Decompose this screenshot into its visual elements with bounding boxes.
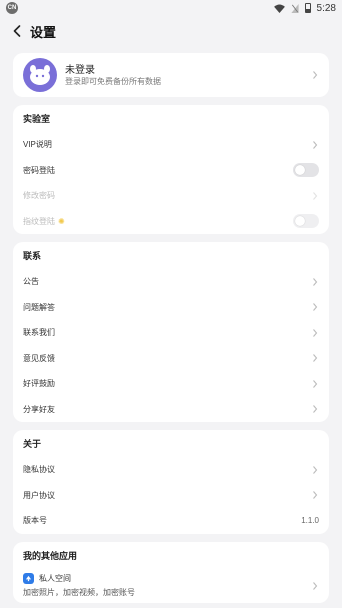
section-title-other-apps: 我的其他应用 (23, 550, 78, 561)
chevron-right-icon (313, 581, 318, 590)
private-space-app-icon (23, 573, 34, 584)
row-faq[interactable]: 问题解答 (23, 295, 319, 321)
row-share[interactable]: 分享好友 (23, 397, 319, 423)
app-description: 加密照片，加密视频，加密账号 (23, 588, 135, 597)
row-label: 好评鼓励 (23, 379, 55, 389)
row-password-login: 密码登陆 (23, 158, 319, 184)
other-apps-card: 我的其他应用 私人空间 加密照片，加密视频，加密账号 (13, 541, 329, 603)
about-card: 关于 隐私协议 用户协议 版本号 1.1.0 (13, 430, 329, 534)
row-label: 用户协议 (23, 490, 55, 500)
wifi-icon (273, 3, 285, 13)
avatar (23, 58, 57, 92)
chevron-right-icon (313, 191, 318, 200)
chevron-right-icon (313, 328, 318, 337)
chevron-right-icon (313, 465, 318, 474)
app-name: 私人空间 (39, 574, 71, 583)
row-label: 指纹登陆 (23, 216, 55, 226)
profile-card[interactable]: 未登录 登录即可免费备份所有数据 (13, 53, 329, 97)
chevron-right-icon (313, 71, 318, 79)
row-label: 意见反馈 (23, 353, 55, 363)
row-announcement[interactable]: 公告 (23, 269, 319, 295)
row-user-agreement[interactable]: 用户协议 (23, 483, 319, 509)
row-label: 分享好友 (23, 404, 55, 414)
row-label: 联系我们 (23, 328, 55, 338)
chevron-left-icon[interactable] (10, 24, 24, 38)
no-sim-icon (290, 3, 299, 13)
app-item-private-space[interactable]: 私人空间 加密照片，加密视频，加密账号 (23, 569, 319, 603)
row-feedback[interactable]: 意见反馈 (23, 346, 319, 372)
contact-card: 联系 公告 问题解答 联系我们 意见反馈 好评鼓励 分享好友 (13, 242, 329, 422)
row-privacy[interactable]: 隐私协议 (23, 457, 319, 483)
avatar-face-icon (30, 65, 50, 85)
row-fingerprint-login: 指纹登陆 ✺ (23, 209, 319, 235)
lab-card: 实验室 VIP说明 密码登陆 修改密码 指纹登陆 ✺ (13, 105, 329, 234)
carrier-badge: CN (6, 2, 18, 14)
profile-subtitle: 登录即可免费备份所有数据 (65, 76, 161, 86)
chevron-right-icon (313, 303, 318, 312)
sun-icon: ✺ (58, 216, 65, 226)
version-value: 1.1.0 (301, 516, 319, 526)
chevron-right-icon (313, 405, 318, 414)
row-label: 公告 (23, 277, 39, 287)
row-label: 密码登陆 (23, 165, 55, 175)
row-label: 问题解答 (23, 302, 55, 312)
chevron-right-icon (313, 491, 318, 500)
row-label: 修改密码 (23, 191, 55, 201)
page-title: 设置 (30, 24, 57, 40)
section-title-lab: 实验室 (23, 114, 51, 124)
chevron-right-icon (313, 379, 318, 388)
row-label: 隐私协议 (23, 465, 55, 475)
profile-name: 未登录 (65, 64, 95, 76)
row-label: 版本号 (23, 516, 47, 526)
header: 设置 (0, 16, 342, 46)
row-version: 版本号 1.1.0 (23, 508, 319, 534)
password-login-toggle[interactable] (293, 163, 319, 178)
row-rate-us[interactable]: 好评鼓励 (23, 371, 319, 397)
row-label: VIP说明 (23, 140, 52, 150)
row-change-password: 修改密码 (23, 183, 319, 209)
section-title-contact: 联系 (23, 251, 42, 261)
chevron-right-icon (313, 277, 318, 286)
row-vip[interactable]: VIP说明 (23, 132, 319, 158)
chevron-right-icon (313, 140, 318, 149)
row-contact-us[interactable]: 联系我们 (23, 320, 319, 346)
fingerprint-login-toggle (293, 214, 319, 229)
chevron-right-icon (313, 354, 318, 363)
section-title-about: 关于 (23, 439, 42, 449)
status-bar: CN 5:28 (0, 0, 342, 16)
status-time: 5:28 (316, 2, 336, 14)
battery-icon (304, 3, 311, 13)
